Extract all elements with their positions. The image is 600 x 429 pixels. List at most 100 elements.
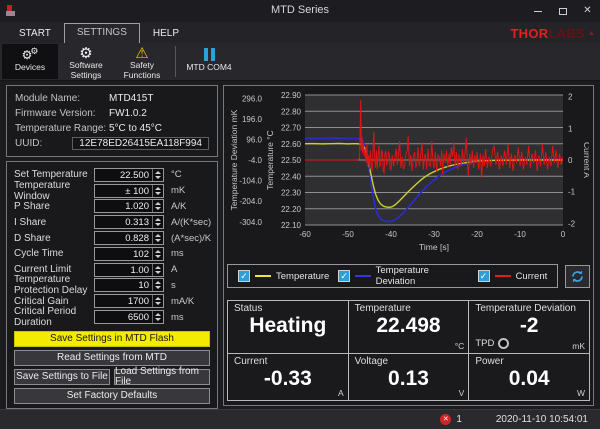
svg-text:-104.0: -104.0 [239,177,262,186]
setting-input-temperature-window[interactable]: ± 100 [94,184,164,198]
legend-checkbox-temperature-deviation[interactable]: ✓ [338,270,350,282]
svg-text:96.0: 96.0 [246,135,262,144]
setting-input-d-share[interactable]: 0.828 [94,231,164,245]
spin-down-icon[interactable] [155,239,161,242]
setting-value: 102 [95,248,152,260]
close-button[interactable]: ✕ [575,0,600,22]
spin-up-icon[interactable] [155,266,161,269]
spin-down-icon[interactable] [155,207,161,210]
spinner-arrows [152,169,163,181]
tile-temperature-deviation: Temperature Deviation-2mKTPD [469,301,589,353]
module-info-panel: Module Name:MTD415TFirmware Version:FW1.… [6,85,218,157]
maximize-button[interactable] [550,0,575,22]
setting-input-temperature-protection-delay[interactable]: 10 [94,278,164,292]
setting-input-current-limit[interactable]: 1.00 [94,263,164,277]
setting-label: Cycle Time [14,248,94,259]
tile-status: StatusHeating [228,301,348,353]
spin-down-icon[interactable] [155,318,161,321]
factory-defaults-button[interactable]: Set Factory Defaults [14,388,210,404]
chart-legend: ✓Temperature✓Temperature Deviation✓Curre… [227,264,558,288]
spin-down-icon[interactable] [155,176,161,179]
svg-text:22.80: 22.80 [280,107,301,116]
spin-up-icon[interactable] [155,250,161,253]
save-settings-file-button[interactable]: Save Settings to File [14,369,110,385]
setting-input-p-share[interactable]: 1.020 [94,199,164,213]
spin-up-icon[interactable] [155,171,161,174]
svg-text:22.20: 22.20 [280,205,301,214]
setting-unit: mK [164,185,210,196]
spin-up-icon[interactable] [155,218,161,221]
module-info-label: Temperature Range: [15,123,109,134]
setting-label: I Share [14,217,94,228]
left-column: Module Name:MTD415TFirmware Version:FW1.… [6,85,218,406]
ribbon-button-mtd-com4[interactable]: MTD COM4 [181,44,237,79]
status-tiles: StatusHeatingTemperature22.498°CTemperat… [227,300,590,401]
svg-text:-304.0: -304.0 [239,218,262,227]
setting-input-set-temperature[interactable]: 22.500 [94,168,164,182]
spin-up-icon[interactable] [155,297,161,300]
setting-input-i-share[interactable]: 0.313 [94,215,164,229]
ribbon-button-devices[interactable]: ⚙⚙Devices [2,44,58,79]
save-settings-flash-button[interactable]: Save Settings in MTD Flash [14,331,210,347]
svg-text:22.90: 22.90 [280,91,301,100]
ribbon-button-safety-functions[interactable]: ⚠Safety Functions [114,44,170,79]
spin-up-icon[interactable] [155,234,161,237]
tile-unit: A [338,388,344,398]
titlebar: MTD Series ✕ [0,0,600,22]
tile-voltage: Voltage0.13V [349,354,469,400]
legend-checkbox-temperature[interactable]: ✓ [238,270,250,282]
settings-panel: Set Temperature22.500°CTemperature Windo… [6,161,218,409]
app-icon [6,5,20,18]
setting-row-i-share: I Share0.313A/(K*sec) [14,214,210,230]
tab-help[interactable]: HELP [140,25,192,43]
setting-input-cycle-time[interactable]: 102 [94,247,164,261]
spin-down-icon[interactable] [155,223,161,226]
setting-unit: mA/K [164,296,210,307]
ribbon-button-label: Software Settings [58,61,114,81]
spin-up-icon[interactable] [155,313,161,316]
legend-item-current: ✓Current [478,270,548,282]
tab-settings[interactable]: SETTINGS [64,23,140,43]
spin-down-icon[interactable] [155,302,161,305]
spin-down-icon[interactable] [155,286,161,289]
collapse-ribbon-icon[interactable]: ▲ [588,30,595,37]
module-info-row: UUID:12E78ED26415EA118F994 [15,136,209,151]
setting-unit: A/K [164,201,210,212]
setting-value: 1700 [95,295,152,307]
warning-icon: ⚠ [135,46,148,61]
maximize-icon [559,8,567,15]
setting-input-critical-gain[interactable]: 1700 [94,294,164,308]
legend-label: Temperature Deviation [376,265,469,287]
spin-up-icon[interactable] [155,202,161,205]
refresh-chart-button[interactable] [565,265,590,288]
spin-up-icon[interactable] [155,187,161,190]
error-count: 1 [456,414,462,425]
setting-row-p-share: P Share1.020A/K [14,199,210,215]
spin-up-icon[interactable] [155,281,161,284]
ribbon-toolbar: ⚙⚙Devices⚙Software Settings⚠Safety Funct… [0,43,600,81]
module-info-label: Firmware Version: [15,108,109,119]
setting-input-critical-period-duration[interactable]: 6500 [94,310,164,324]
load-settings-file-button[interactable]: Load Settings from File [114,369,210,385]
setting-label: Temperature Window [14,180,94,202]
spinner-arrows [152,216,163,228]
error-icon[interactable]: ✕ [440,414,451,425]
spin-down-icon[interactable] [155,255,161,258]
ribbon-button-label: MTD COM4 [186,63,231,73]
spin-down-icon[interactable] [155,271,161,274]
svg-text:22.40: 22.40 [280,172,301,181]
setting-row-d-share: D Share0.828(A*sec)/K [14,230,210,246]
minimize-button[interactable] [525,0,550,22]
ribbon-separator [175,46,176,77]
tile-label: Voltage [355,356,463,367]
read-settings-button[interactable]: Read Settings from MTD [14,350,210,366]
temperature-chart: 22.9022.8022.7022.6022.5022.4022.3022.20… [229,89,589,261]
setting-value: 0.313 [95,216,152,228]
setting-value: 22.500 [95,169,152,181]
statusbar: ✕ 1 2020-11-10 10:54:01 [0,409,600,429]
ribbon-button-software-settings[interactable]: ⚙Software Settings [58,44,114,79]
tab-start[interactable]: START [6,25,64,43]
spin-down-icon[interactable] [155,192,161,195]
legend-checkbox-current[interactable]: ✓ [478,270,490,282]
monitor-panel: 22.9022.8022.7022.6022.5022.4022.3022.20… [223,85,594,406]
